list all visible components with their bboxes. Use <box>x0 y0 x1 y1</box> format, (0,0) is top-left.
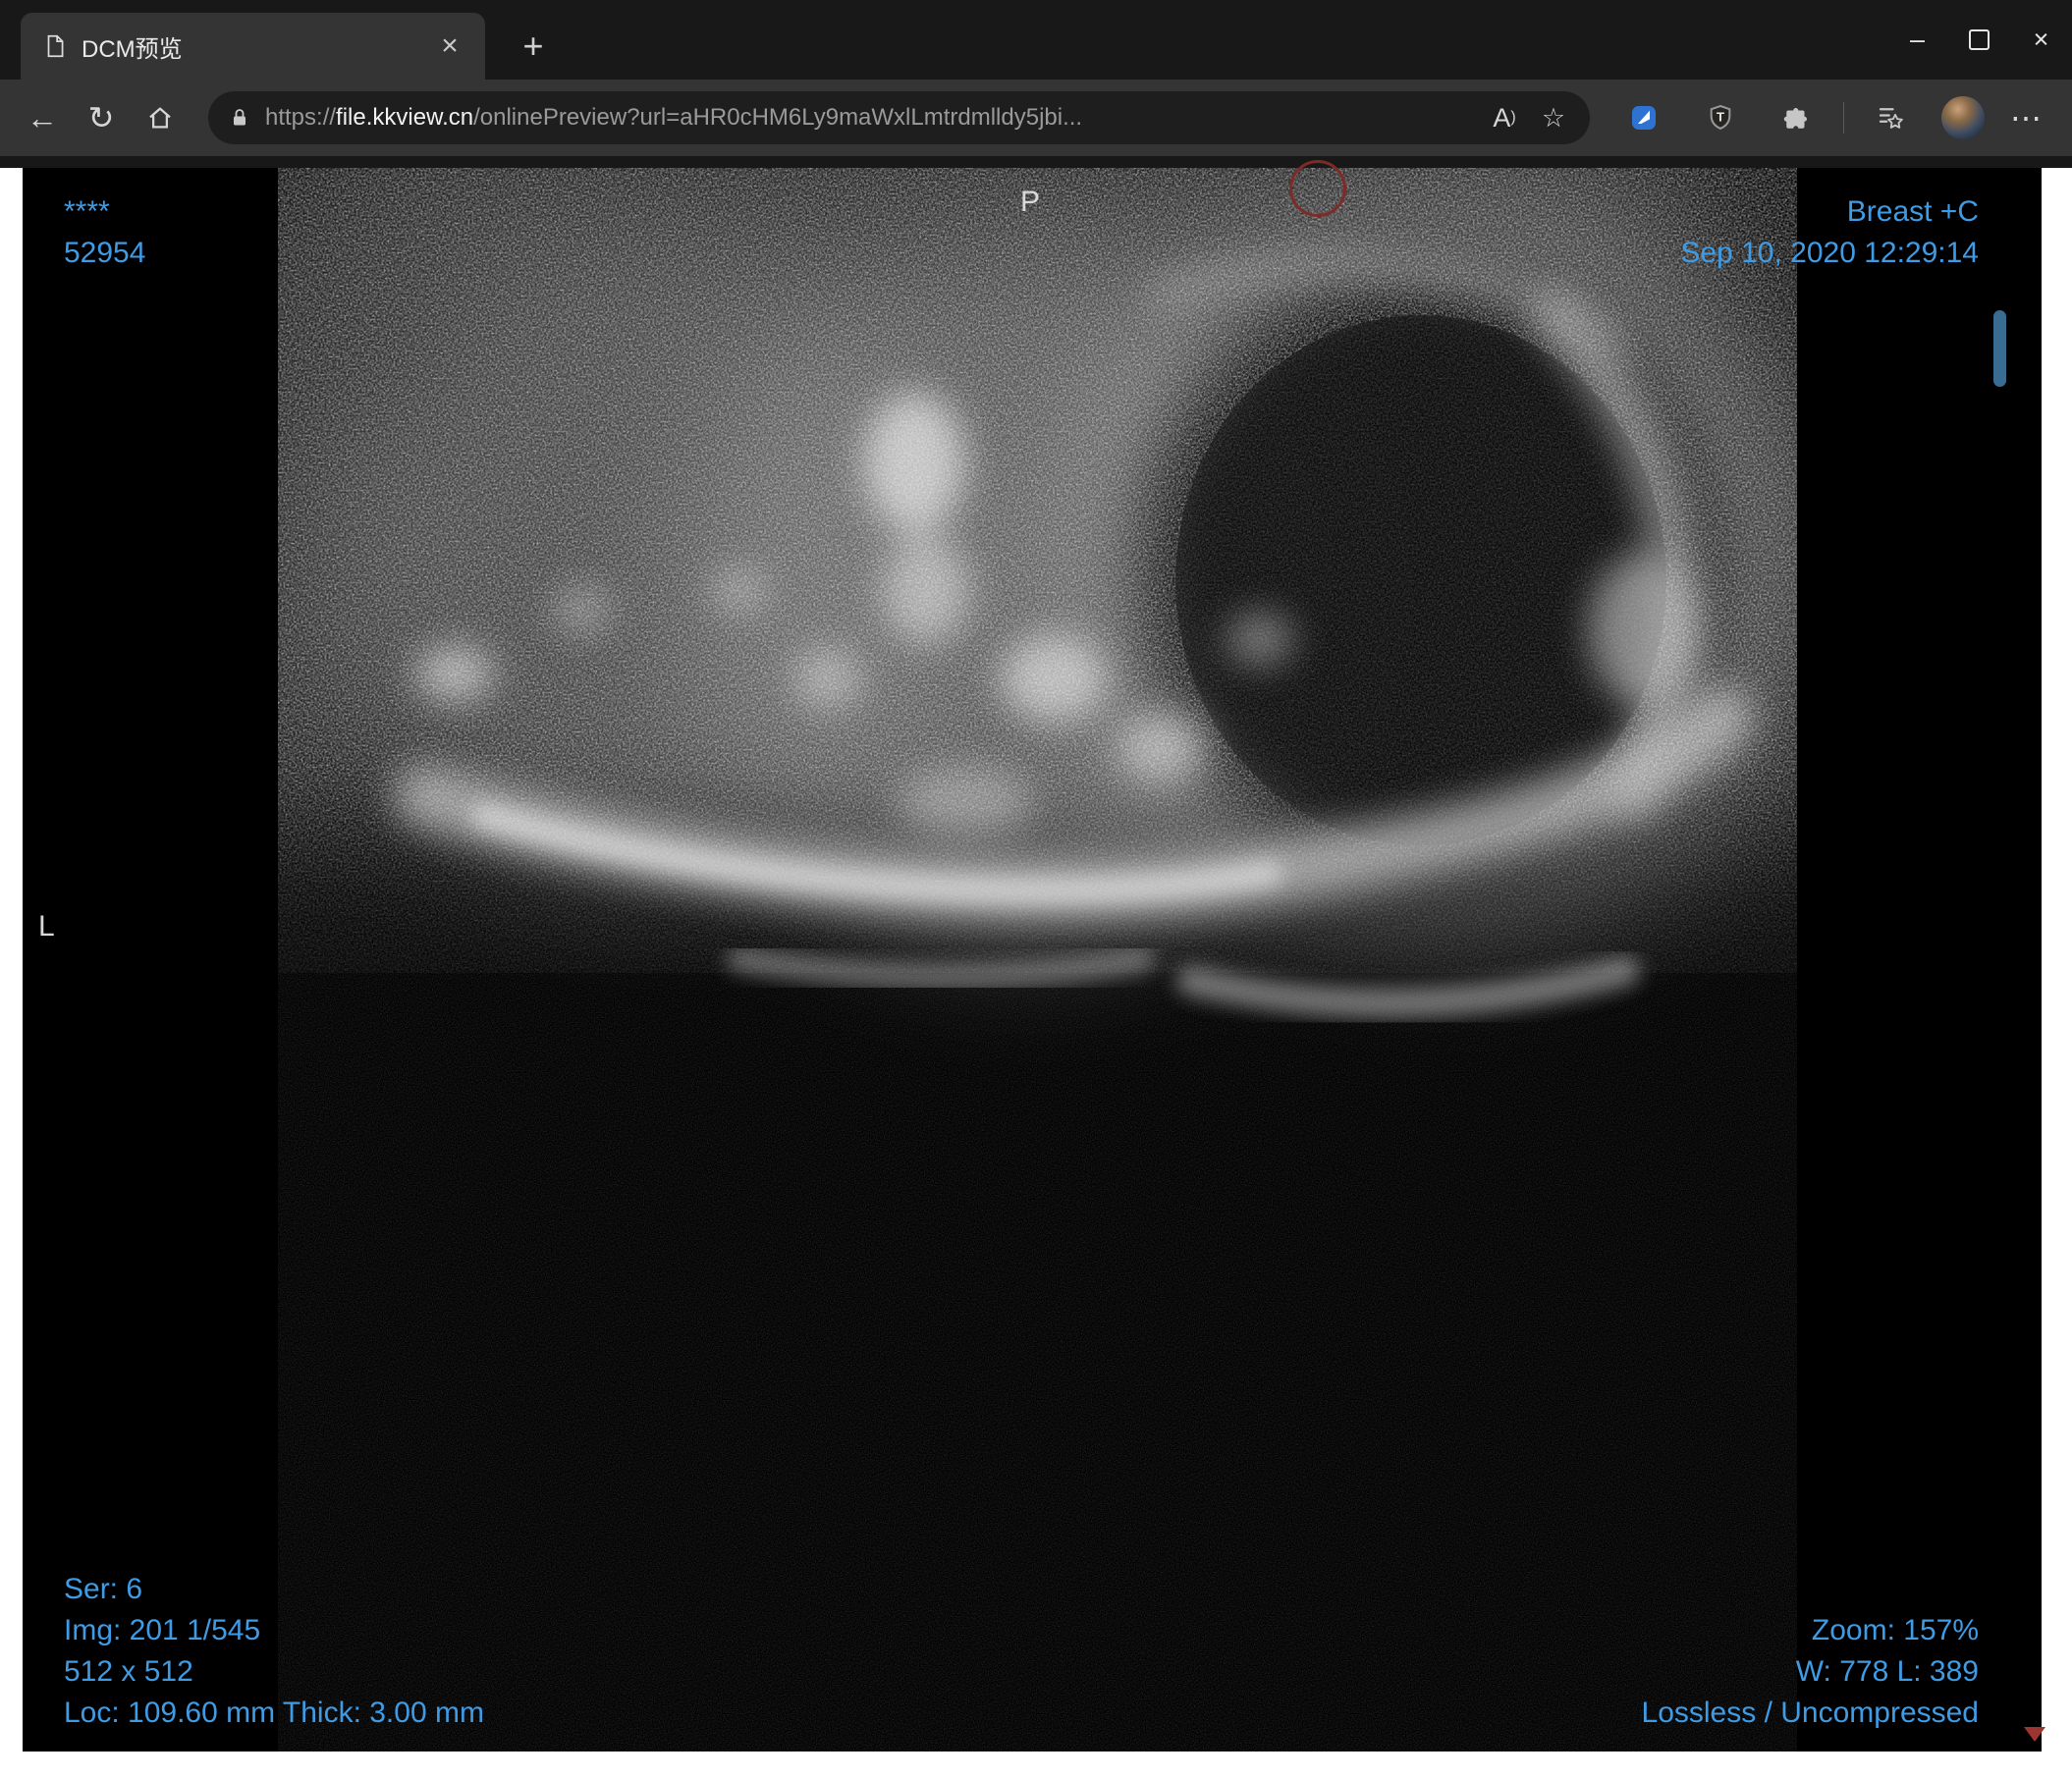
url-path: /onlinePreview?url=aHR0cHM6Ly9maWxlLmtrd… <box>473 104 1083 131</box>
study-description: Breast +C <box>1846 195 1979 228</box>
url-host: file.kkview.cn <box>336 104 474 131</box>
series-info-overlay: Ser: 6 Img: 201 1/545 512 x 512 Loc: 109… <box>64 1569 484 1734</box>
orientation-marker-left: L <box>38 910 55 943</box>
read-aloud-mark: ) <box>1510 109 1516 126</box>
back-button[interactable]: ← <box>16 89 69 146</box>
study-info-overlay: Breast +C Sep 10, 2020 12:29:14 <box>1680 191 1979 274</box>
mri-scan-image[interactable] <box>278 168 1797 1752</box>
url-text: https://file.kkview.cn/onlinePreview?url… <box>265 104 1082 132</box>
study-datetime: Sep 10, 2020 12:29:14 <box>1680 237 1979 269</box>
address-bar[interactable]: https://file.kkview.cn/onlinePreview?url… <box>208 91 1590 144</box>
matrix-size: 512 x 512 <box>64 1655 193 1688</box>
scroll-down-arrow-icon[interactable] <box>2024 1727 2045 1742</box>
annotation-circle <box>1289 160 1346 217</box>
slice-location: Loc: 109.60 mm Thick: 3.00 mm <box>64 1697 484 1729</box>
favorites-hub-button[interactable] <box>1861 89 1920 146</box>
minimize-button[interactable]: – <box>1886 0 1948 80</box>
maximize-button[interactable] <box>1948 0 2010 80</box>
orientation-marker-posterior: P <box>1020 186 1041 218</box>
tab-strip: DCM预览 × + – × <box>0 0 2072 80</box>
shield-letter: T <box>1717 109 1724 124</box>
browser-window: DCM预览 × + – × ← ↻ https://file.kkview.cn… <box>0 0 2072 1779</box>
page-content: **** 52954 P Breast +C Sep 10, 2020 12:2… <box>0 160 2072 1779</box>
tab-title: DCM预览 <box>82 35 183 63</box>
extension-blue-button[interactable] <box>1614 89 1673 146</box>
patient-info-overlay: **** 52954 <box>64 191 145 274</box>
display-info-overlay: Zoom: 157% W: 778 L: 389 Lossless / Unco… <box>1642 1610 1979 1734</box>
favorite-star-button[interactable]: ☆ <box>1529 95 1578 140</box>
window-controls: – × <box>1886 0 2072 80</box>
zoom-level: Zoom: 157% <box>1811 1614 1979 1646</box>
lock-icon[interactable] <box>228 106 251 130</box>
read-aloud-button[interactable]: A) <box>1480 95 1529 140</box>
document-icon <box>47 34 64 58</box>
url-scheme: https:// <box>265 104 337 131</box>
window-level: W: 778 L: 389 <box>1795 1655 1979 1688</box>
home-icon <box>149 107 171 129</box>
refresh-button[interactable]: ↻ <box>75 89 128 146</box>
series-scrollbar-thumb[interactable] <box>1993 310 2006 387</box>
extension-blue-icon <box>1632 106 1656 130</box>
shield-icon: T <box>1710 104 1731 131</box>
new-tab-button[interactable]: + <box>513 27 554 66</box>
tab-close-button[interactable]: × <box>432 28 467 64</box>
close-window-button[interactable]: × <box>2010 0 2072 80</box>
compression-info: Lossless / Uncompressed <box>1641 1697 1979 1729</box>
favorites-list-icon <box>1879 108 1903 129</box>
image-index: Img: 201 1/545 <box>64 1614 261 1646</box>
series-number: Ser: 6 <box>64 1573 143 1605</box>
extensions-menu-button[interactable] <box>1768 89 1827 146</box>
browser-menu-button[interactable]: ⋯ <box>1997 99 2056 136</box>
read-aloud-icon: A <box>1493 102 1511 133</box>
patient-id: 52954 <box>64 237 146 269</box>
dicom-viewport[interactable]: **** 52954 P Breast +C Sep 10, 2020 12:2… <box>23 160 2045 1752</box>
navigation-bar: ← ↻ https://file.kkview.cn/onlinePreview… <box>0 80 2072 156</box>
extension-shield-button[interactable]: T <box>1691 89 1750 146</box>
puzzle-icon <box>1783 108 1807 129</box>
patient-name-masked: **** <box>64 195 110 228</box>
browser-tab[interactable]: DCM预览 × <box>21 13 485 80</box>
maximize-icon <box>1969 29 1990 50</box>
toolbar-divider <box>1843 102 1844 134</box>
profile-avatar[interactable] <box>1941 96 1985 139</box>
home-button[interactable] <box>134 89 187 146</box>
